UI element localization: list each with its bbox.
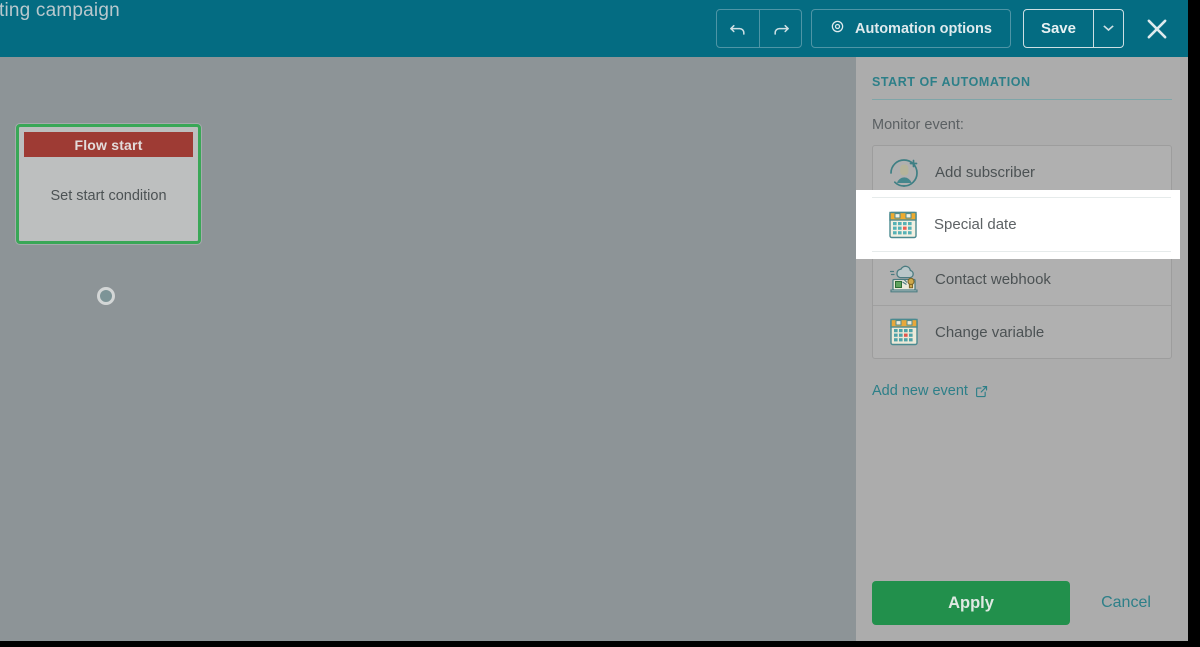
add-new-event-link[interactable]: Add new event: [872, 383, 988, 399]
external-link-icon: [975, 385, 988, 398]
event-option-label: Change variable: [935, 323, 1045, 341]
monitor-event-label: Monitor event:: [872, 117, 964, 133]
flow-canvas[interactable]: Flow start Set start condition: [0, 57, 856, 641]
calendar-icon: [887, 315, 921, 349]
close-icon[interactable]: [1140, 12, 1174, 46]
event-option-contact-webhook[interactable]: Contact webhook: [873, 252, 1171, 305]
event-option-label: Special date: [935, 217, 1018, 235]
top-toolbar: rketing campaign: [0, 0, 1188, 57]
cancel-button[interactable]: Cancel: [1080, 594, 1172, 612]
gear-icon: [830, 19, 845, 38]
add-subscriber-icon: [887, 156, 921, 190]
save-button[interactable]: Save: [1024, 10, 1093, 47]
chevron-down-icon[interactable]: [1093, 10, 1123, 47]
event-option-add-subscriber[interactable]: Add subscriber: [873, 146, 1171, 199]
event-option-label: Add subscriber: [935, 164, 1036, 181]
redo-icon[interactable]: [759, 10, 801, 47]
automation-options-label: Automation options: [855, 20, 992, 37]
flow-start-node[interactable]: Flow start Set start condition: [16, 124, 201, 244]
panel-scroll-gutter[interactable]: [1180, 57, 1188, 641]
panel-footer: Apply Cancel: [856, 565, 1188, 641]
panel-title: START OF AUTOMATION: [872, 75, 1172, 100]
calendar-icon: [887, 209, 921, 243]
event-option-label: Contact webhook: [935, 270, 1051, 288]
webhook-icon: [887, 262, 921, 296]
apply-button[interactable]: Apply: [872, 581, 1070, 625]
automation-editor-window: rketing campaign: [0, 0, 1188, 641]
undo-redo-group: [716, 9, 803, 48]
flow-start-node-body[interactable]: Set start condition: [19, 157, 198, 234]
node-output-handle[interactable]: [97, 287, 115, 305]
automation-options-button[interactable]: Automation options: [811, 9, 1011, 48]
undo-icon[interactable]: [717, 10, 759, 47]
save-split-button: Save: [1022, 9, 1124, 48]
flow-start-node-header: Flow start: [24, 132, 193, 157]
monitor-event-list: Add subscriber Special date Contact webh…: [872, 145, 1172, 359]
toolbar-actions: Automation options Save: [716, 9, 1174, 48]
event-option-change-variable[interactable]: Change variable: [873, 305, 1171, 358]
event-option-special-date[interactable]: Special date: [873, 199, 1171, 252]
panel-content: START OF AUTOMATION Monitor event: Add s…: [856, 57, 1188, 565]
add-new-event-label: Add new event: [872, 383, 968, 399]
page-title: rketing campaign: [0, 0, 120, 21]
start-of-automation-panel: START OF AUTOMATION Monitor event: Add s…: [856, 57, 1188, 641]
